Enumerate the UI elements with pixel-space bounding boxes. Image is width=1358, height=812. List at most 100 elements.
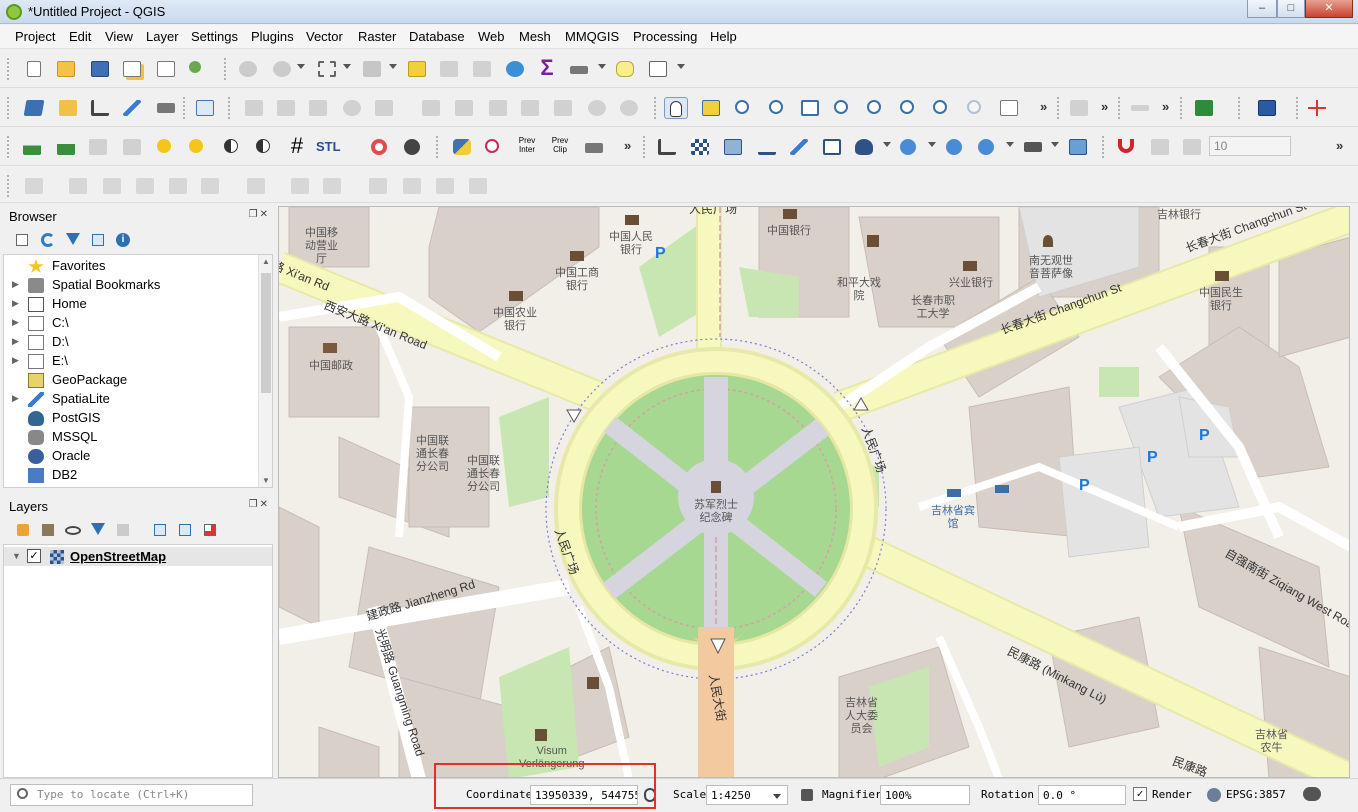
toolbar-grip[interactable] (183, 97, 187, 119)
dropdown-arrow-icon[interactable] (677, 64, 685, 69)
new-mesh-icon[interactable] (721, 136, 745, 158)
menu-processing[interactable]: Processing (633, 29, 697, 44)
gear-icon[interactable] (503, 58, 527, 80)
menu-settings[interactable]: Settings (191, 29, 238, 44)
add-wcs-icon[interactable] (975, 136, 999, 158)
field-calculator-icon[interactable] (470, 58, 494, 80)
magnifier-spinbox[interactable]: 100% (880, 785, 970, 805)
open-table-icon[interactable] (437, 58, 461, 80)
rotation-spinbox[interactable]: 0.0 ° (1038, 785, 1126, 805)
stl-export-icon[interactable]: STL (316, 136, 346, 158)
new-project-icon[interactable] (22, 58, 46, 80)
close-button[interactable]: ✕ (1305, 0, 1353, 18)
expand-arrow-icon[interactable]: ▶ (12, 355, 19, 366)
locator-search-input[interactable]: Type to locate (Ctrl+K) (10, 784, 253, 806)
toolbar-overflow-chevron[interactable]: » (1040, 99, 1047, 114)
dropdown-arrow-icon[interactable] (883, 142, 891, 147)
topology-icon[interactable] (1066, 136, 1090, 158)
digitize-icon[interactable] (120, 97, 144, 119)
coordinate-field[interactable]: 13950339, 5447555 (530, 785, 638, 805)
browser-item[interactable]: ▶ D:\ (4, 333, 258, 352)
zoom-full-icon[interactable] (798, 97, 822, 119)
layer-visibility-checkbox[interactable]: ✓ (27, 549, 41, 563)
menu-project[interactable]: Project (15, 29, 55, 44)
browser-item[interactable]: PostGIS (4, 409, 258, 428)
delete-ring-icon[interactable] (198, 175, 222, 197)
expand-arrow-icon[interactable]: ▼ (12, 551, 21, 561)
visibility-eye-icon[interactable] (63, 520, 83, 540)
split-features-icon[interactable] (366, 175, 390, 197)
prev-inter-icon[interactable]: Prev Inter (515, 136, 539, 158)
toolbar-overflow-chevron[interactable]: » (624, 138, 631, 153)
delete-part-icon[interactable] (244, 175, 268, 197)
copy-icon[interactable] (518, 97, 542, 119)
add-vector-layer-icon[interactable] (88, 97, 112, 119)
menu-view[interactable]: View (105, 29, 133, 44)
expand-all-icon[interactable] (150, 520, 170, 540)
remove-layer-icon[interactable] (200, 520, 220, 540)
browser-item[interactable]: ▶ E:\ (4, 352, 258, 371)
current-edits-icon[interactable] (193, 97, 217, 119)
add-virtual-layer-icon[interactable] (820, 136, 844, 158)
maximize-button[interactable]: □ (1277, 0, 1305, 18)
measure-line-icon[interactable] (1067, 97, 1091, 119)
menu-help[interactable]: Help (710, 29, 737, 44)
cut-icon[interactable] (486, 97, 510, 119)
browser-scrollbar[interactable]: ▲ ▼ (258, 255, 272, 487)
toolbar-grip[interactable] (7, 97, 11, 119)
pan-hand-icon[interactable] (664, 97, 688, 119)
lifebuoy-icon[interactable] (368, 136, 392, 158)
new-bookmark-icon[interactable] (997, 97, 1021, 119)
reshape-feature-icon[interactable] (288, 175, 312, 197)
filter-icon[interactable] (63, 230, 83, 250)
dropdown-arrow-icon[interactable] (1006, 142, 1014, 147)
zoom-selection-icon[interactable] (831, 97, 855, 119)
zoom-layer-icon[interactable] (864, 97, 888, 119)
add-part-icon[interactable] (133, 175, 157, 197)
browser-item[interactable]: GeoPackage (4, 371, 258, 390)
save-edits-icon[interactable] (306, 97, 330, 119)
snapping-mode-icon[interactable] (1148, 136, 1172, 158)
undo-icon[interactable] (585, 97, 609, 119)
brightness-down-icon[interactable] (186, 136, 210, 158)
properties-info-icon[interactable]: i (113, 230, 133, 250)
dropdown-arrow-icon[interactable] (598, 64, 606, 69)
print-icon[interactable] (582, 136, 606, 158)
add-delimited-text-icon[interactable] (755, 136, 779, 158)
dropdown-arrow-icon[interactable] (343, 64, 351, 69)
python-console-icon[interactable] (450, 136, 474, 158)
toolbar-grip[interactable] (1296, 97, 1300, 119)
toolbar-grip[interactable] (7, 58, 11, 80)
label-tool-icon[interactable] (1128, 97, 1152, 119)
gps-device-icon[interactable] (1021, 136, 1045, 158)
globe-icon[interactable] (401, 136, 425, 158)
attribute-table-icon[interactable] (360, 58, 384, 80)
toolbar-grip[interactable] (7, 136, 11, 158)
layer-item-openstreetmap[interactable]: ▼ ✓ OpenStreetMap (4, 547, 272, 566)
browser-item[interactable]: DB2 (4, 466, 258, 485)
rotate-feature-icon[interactable] (22, 175, 46, 197)
menu-mesh[interactable]: Mesh (519, 29, 551, 44)
style-manager-icon[interactable] (186, 58, 210, 80)
minimize-button[interactable]: – (1247, 0, 1277, 18)
deselect-icon[interactable] (405, 58, 429, 80)
zoom-native-icon[interactable] (897, 97, 921, 119)
toolbar-overflow-chevron[interactable]: » (1101, 99, 1108, 114)
data-source-manager-icon[interactable] (22, 97, 46, 119)
menu-edit[interactable]: Edit (69, 29, 91, 44)
add-selected-layers-icon[interactable] (13, 230, 33, 250)
toolbar-grip[interactable] (436, 136, 440, 158)
overlay-icon[interactable] (482, 136, 506, 158)
plugin-icon[interactable] (1192, 97, 1216, 119)
new-shapefile-icon[interactable] (655, 136, 679, 158)
expand-arrow-icon[interactable]: ▶ (12, 336, 19, 347)
modify-attributes-icon[interactable] (419, 97, 443, 119)
browser-item[interactable]: Favorites (4, 257, 258, 276)
browser-item[interactable]: MSSQL (4, 428, 258, 447)
menu-raster[interactable]: Raster (358, 29, 396, 44)
local-stretch-icon[interactable] (120, 136, 144, 158)
new-print-layout-icon[interactable] (120, 58, 144, 80)
toolbar-grip[interactable] (224, 58, 228, 80)
zoom-next-icon[interactable] (964, 97, 988, 119)
prev-clip-icon[interactable]: Prev Clip (548, 136, 572, 158)
